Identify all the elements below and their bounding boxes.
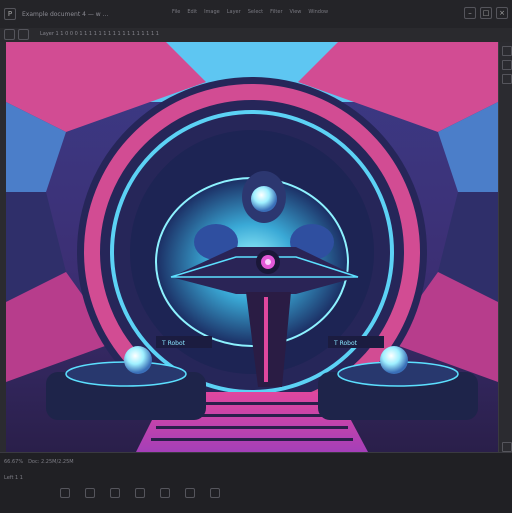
panel-icon[interactable] <box>502 46 512 56</box>
menu-item-view[interactable]: View <box>290 9 302 15</box>
link-icon[interactable] <box>60 488 70 498</box>
fx-icon[interactable] <box>85 488 95 498</box>
folder-icon[interactable] <box>160 488 170 498</box>
sign-left: T Robot <box>161 340 186 347</box>
artwork-image: T Robot T Robot <box>6 42 498 452</box>
panel-icon[interactable] <box>502 442 512 452</box>
mask-icon[interactable] <box>110 488 120 498</box>
trash-icon[interactable] <box>210 488 220 498</box>
options-bar: Layer 1 1 0 0 0 1 1 1 1 1 1 1 1 1 1 1 1 … <box>0 28 512 43</box>
app-logo-letter: P <box>7 10 13 18</box>
menu-item-edit[interactable]: Edit <box>187 9 197 15</box>
minimize-icon[interactable]: – <box>464 7 476 19</box>
new-layer-icon[interactable] <box>185 488 195 498</box>
panel-icon[interactable] <box>502 60 512 70</box>
status-bar: 66.67% Doc: 2.25M/2.25M Left 1 1 <box>0 452 512 513</box>
app-logo: P <box>4 8 16 20</box>
document-title[interactable]: Example document 4 — w ... <box>22 11 108 18</box>
menu-item-file[interactable]: File <box>172 9 180 15</box>
menu-item-window[interactable]: Window <box>308 9 328 15</box>
menu-item-image[interactable]: Image <box>204 9 220 15</box>
panel-icon[interactable] <box>502 74 512 84</box>
bottom-toolbar <box>60 488 220 498</box>
menu-item-layer[interactable]: Layer <box>227 9 241 15</box>
status-row-3: Left 1 1 <box>4 475 23 481</box>
document-info: Doc: 2.25M/2.25M <box>28 459 74 465</box>
menu-item-select[interactable]: Select <box>248 9 263 15</box>
maximize-icon[interactable]: □ <box>480 7 492 19</box>
options-path: Layer 1 1 0 0 0 1 1 1 1 1 1 1 1 1 1 1 1 … <box>40 31 159 37</box>
title-bar: P Example document 4 — w ... File Edit I… <box>0 0 512 28</box>
zoom-level[interactable]: 66.67% <box>4 459 23 465</box>
right-panel <box>498 42 512 452</box>
menu-item-filter[interactable]: Filter <box>270 9 282 15</box>
adjustment-icon[interactable] <box>135 488 145 498</box>
tool-preset-icon[interactable] <box>4 29 15 40</box>
menu-bar: File Edit Image Layer Select Filter View… <box>172 9 328 15</box>
options-icon[interactable] <box>18 29 29 40</box>
sign-right: T Robot <box>333 340 358 347</box>
close-icon[interactable]: × <box>496 7 508 19</box>
artwork-canvas[interactable]: T Robot T Robot <box>6 42 498 452</box>
